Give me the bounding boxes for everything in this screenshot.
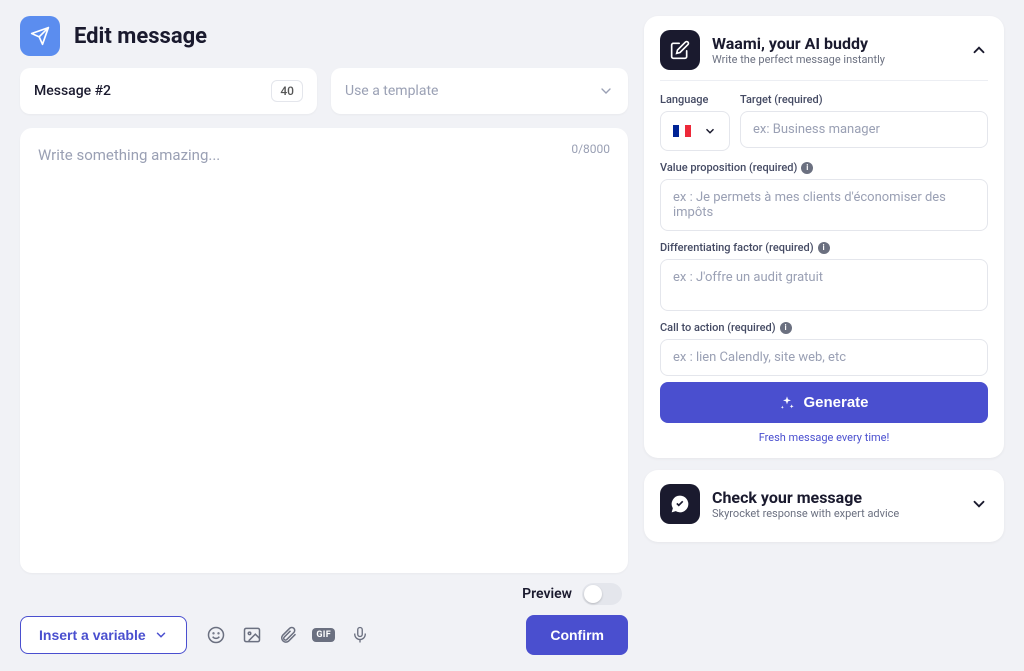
mic-icon[interactable] — [349, 624, 371, 646]
check-panel[interactable]: Check your message Skyrocket response wi… — [644, 470, 1004, 542]
preview-toggle[interactable] — [582, 583, 622, 605]
target-input[interactable] — [740, 111, 988, 148]
emoji-icon[interactable] — [205, 624, 227, 646]
confirm-button[interactable]: Confirm — [526, 615, 628, 655]
message-editor: 0/8000 — [20, 128, 628, 573]
preview-label: Preview — [522, 586, 572, 602]
info-icon[interactable]: i — [780, 322, 792, 334]
cta-input[interactable] — [660, 339, 988, 376]
generate-label: Generate — [803, 394, 868, 411]
sparkle-icon — [779, 395, 795, 411]
check-chat-icon — [660, 484, 700, 524]
char-counter: 0/8000 — [571, 142, 610, 156]
diff-input[interactable] — [660, 259, 988, 311]
message-chip[interactable]: Message #2 40 — [20, 68, 317, 114]
diff-label: Differentiating factor (required) i — [660, 241, 988, 254]
cta-label: Call to action (required) i — [660, 321, 988, 334]
image-icon[interactable] — [241, 624, 263, 646]
ai-panel-title: Waami, your AI buddy — [712, 34, 885, 53]
insert-variable-button[interactable]: Insert a variable — [20, 616, 187, 654]
chevron-down-icon — [154, 628, 168, 642]
message-textarea[interactable] — [38, 146, 610, 555]
flag-fr-icon — [673, 125, 691, 137]
target-label: Target (required) — [740, 93, 988, 106]
message-chip-badge: 40 — [271, 80, 303, 102]
check-panel-title: Check your message — [712, 488, 899, 507]
attachment-icon[interactable] — [277, 624, 299, 646]
ai-panel-subtitle: Write the perfect message instantly — [712, 53, 885, 66]
divider — [660, 80, 988, 81]
send-icon — [20, 16, 60, 56]
generate-button[interactable]: Generate — [660, 382, 988, 423]
ai-panel: Waami, your AI buddy Write the perfect m… — [644, 16, 1004, 458]
template-placeholder: Use a template — [345, 83, 438, 99]
chevron-down-icon — [598, 83, 614, 99]
collapse-icon[interactable] — [970, 41, 988, 59]
language-select[interactable] — [660, 111, 730, 151]
value-prop-input[interactable] — [660, 179, 988, 231]
edit-icon — [660, 30, 700, 70]
chevron-down-icon — [703, 124, 717, 138]
message-chip-label: Message #2 — [34, 83, 111, 99]
template-select[interactable]: Use a template — [331, 68, 628, 114]
language-label: Language — [660, 93, 730, 106]
info-icon[interactable]: i — [818, 242, 830, 254]
expand-icon[interactable] — [970, 495, 988, 513]
page-header: Edit message — [20, 16, 628, 56]
page-title: Edit message — [74, 24, 207, 49]
check-panel-subtitle: Skyrocket response with expert advice — [712, 507, 899, 520]
gif-icon[interactable]: GIF — [313, 624, 335, 646]
freshness-note: Fresh message every time! — [660, 431, 988, 444]
info-icon[interactable]: i — [801, 162, 813, 174]
insert-variable-label: Insert a variable — [39, 627, 146, 643]
value-prop-label: Value proposition (required) i — [660, 161, 988, 174]
